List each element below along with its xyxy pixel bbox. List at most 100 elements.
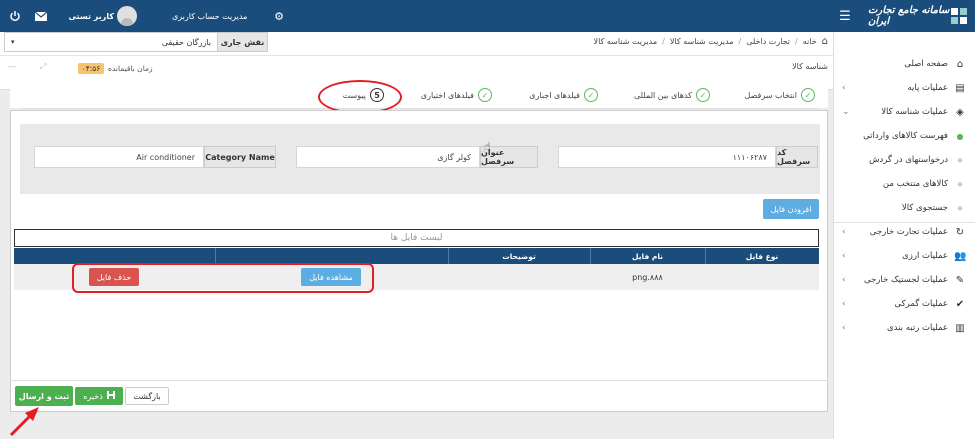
role-label: نقش جاری xyxy=(217,33,267,51)
sidebar: ⌂ صفحه اصلی ▤ عملیات پایه ‹ ◈ عملیات شنا… xyxy=(833,32,975,439)
sidebar-item-label: عملیات تجارت خارجی xyxy=(869,227,948,237)
menu-toggle-icon[interactable]: ☰ xyxy=(838,0,852,32)
account-management-link[interactable]: مدیریت حساب کاربری xyxy=(172,0,272,32)
header-panel: ⌂ خانه / تجارت داخلی / مدیریت شناسه کالا… xyxy=(0,32,833,90)
code-field[interactable]: ۱۱۱۰۶۲۸۷ xyxy=(558,146,776,168)
sidebar-item-home[interactable]: ⌂ صفحه اصلی xyxy=(834,52,975,76)
file-list-title: لیست فایل ها xyxy=(14,229,819,247)
chart-icon: ▤ xyxy=(955,82,965,94)
sidebar-subitem-search-goods[interactable]: ● جستجوی کالا xyxy=(834,196,975,220)
check-circle-icon: ✓ xyxy=(696,88,710,102)
chevron-left-icon: ‹ xyxy=(842,251,846,261)
sidebar-item-base-operations[interactable]: ▤ عملیات پایه ‹ xyxy=(834,76,975,100)
step-label: انتخاب سرفصل xyxy=(744,90,797,100)
brand-logo-icon xyxy=(945,0,973,32)
sidebar-subitem-import-list[interactable]: ● فهرست کالاهای وارداتی xyxy=(834,124,975,148)
sidebar-subitem-pending-requests[interactable]: ● درخواستهای در گردش xyxy=(834,148,975,172)
chevron-left-icon: ‹ xyxy=(842,323,846,333)
check-icon: ✔ xyxy=(955,298,965,310)
refresh-icon: ↻ xyxy=(955,226,965,238)
breadcrumb-goods-id[interactable]: مدیریت شناسه کالا xyxy=(670,37,734,46)
timer-value: ۰۴:۵۶ xyxy=(78,63,104,74)
check-circle-icon: ✓ xyxy=(584,88,598,102)
dot-icon: ● xyxy=(957,180,963,188)
breadcrumb-home[interactable]: خانه xyxy=(803,37,817,46)
users-icon: 👥 xyxy=(954,250,967,262)
column-description: توضیحات xyxy=(502,251,536,261)
step-mandatory-fields[interactable]: ✓ فیلدهای اجباری xyxy=(520,86,598,104)
cubes-icon: ◈ xyxy=(956,106,964,118)
sidebar-item-label: عملیات شناسه کالا xyxy=(881,107,948,117)
breadcrumb: ⌂ خانه / تجارت داخلی / مدیریت شناسه کالا… xyxy=(593,35,829,47)
sidebar-item-label: درخواستهای در گردش xyxy=(869,155,948,165)
step-optional-fields[interactable]: ✓ فیلدهای اختیاری xyxy=(410,86,492,104)
sidebar-item-logistics[interactable]: ✎ عملیات لجستیک خارجی ‹ xyxy=(834,268,975,292)
role-selector[interactable]: ▾ بازرگان حقیقی نقش جاری xyxy=(4,32,268,52)
title-field[interactable]: کولر گازی xyxy=(296,146,480,168)
sidebar-item-label: عملیات رتبه بندی xyxy=(887,323,948,333)
envelope-icon[interactable] xyxy=(34,0,48,32)
sidebar-item-currency[interactable]: 👥 عملیات ارزی ‹ xyxy=(834,244,975,268)
power-icon[interactable] xyxy=(8,0,22,32)
step-select-heading[interactable]: ✓ انتخاب سرفصل xyxy=(735,86,815,104)
timer-label: زمان باقیمانده xyxy=(108,64,153,73)
back-button[interactable]: بازگشت xyxy=(125,387,169,405)
sidebar-item-label: صفحه اصلی xyxy=(904,59,948,69)
column-file-type: نوع فایل xyxy=(745,251,779,261)
add-file-button[interactable]: افزودن فایل xyxy=(763,199,819,219)
save-button[interactable]: ذخیره xyxy=(75,387,123,405)
chevron-down-icon: ▾ xyxy=(11,38,15,46)
file-name-cell: png.۸۸۸ xyxy=(632,272,663,282)
category-label: Category Name xyxy=(204,146,276,168)
breadcrumb-domestic-trade[interactable]: تجارت داخلی xyxy=(746,37,790,46)
user-name[interactable]: کاربر تستی xyxy=(64,0,114,32)
cogs-icon: ⚙ xyxy=(274,9,284,23)
active-dot-icon: ● xyxy=(956,131,964,141)
role-value: بازرگان حقیقی xyxy=(161,37,211,47)
home-icon: ⌂ xyxy=(956,58,964,70)
chevron-left-icon: ‹ xyxy=(842,299,846,309)
account-management-label: مدیریت حساب کاربری xyxy=(172,11,248,21)
chevron-left-icon: ‹ xyxy=(842,83,846,93)
check-circle-icon: ✓ xyxy=(478,88,492,102)
column-file-name: نام فایل xyxy=(632,251,663,261)
avatar[interactable] xyxy=(116,0,138,32)
sidebar-item-label: کالاهای منتخب من xyxy=(882,179,948,189)
expand-icon[interactable]: ⤢ xyxy=(40,62,52,74)
minus-icon[interactable]: — xyxy=(8,62,20,74)
breadcrumb-current: مدیریت شناسه کالا xyxy=(593,36,658,46)
sidebar-subitem-my-selected-goods[interactable]: ● کالاهای منتخب من xyxy=(834,172,975,196)
page-title: شناسه کالا xyxy=(792,61,828,71)
chevron-left-icon: ‹ xyxy=(842,275,846,285)
app: سامانه جامع تجارت ایران ☰ مدیریت حساب کا… xyxy=(0,0,975,439)
category-field[interactable]: Air conditioner xyxy=(34,146,204,168)
step-label: کدهای بین المللی xyxy=(634,90,692,100)
sidebar-item-label: عملیات ارزی xyxy=(902,251,948,261)
sidebar-item-foreign-trade[interactable]: ↻ عملیات تجارت خارجی ‹ xyxy=(834,220,975,244)
submit-button[interactable]: ثبت و ارسال xyxy=(15,386,73,406)
sidebar-item-label: فهرست کالاهای وارداتی xyxy=(863,131,948,141)
dot-icon: ● xyxy=(957,156,963,164)
check-circle-icon: ✓ xyxy=(801,88,815,102)
annotation-ellipse xyxy=(318,80,402,114)
step-label: فیلدهای اختیاری xyxy=(420,90,474,100)
cursor-pointer-icon: ☝ xyxy=(484,140,491,153)
dot-icon: ● xyxy=(957,204,963,212)
step-international-codes[interactable]: ✓ کدهای بین المللی xyxy=(620,86,710,104)
annotation-arrow xyxy=(5,405,45,439)
sidebar-item-label: عملیات گمرکی xyxy=(894,299,948,309)
home-icon[interactable]: ⌂ xyxy=(822,36,828,47)
role-select[interactable]: ▾ بازرگان حقیقی xyxy=(5,33,217,51)
annotation-rectangle xyxy=(72,263,374,293)
sidebar-item-rating[interactable]: ▥ عملیات رتبه بندی ‹ xyxy=(834,316,975,340)
bar-chart-icon: ▥ xyxy=(955,322,965,334)
sidebar-item-customs[interactable]: ✔ عملیات گمرکی ‹ xyxy=(834,292,975,316)
step-label: فیلدهای اجباری xyxy=(529,90,580,100)
save-label: ذخیره xyxy=(83,391,103,401)
sidebar-item-label: جستجوی کالا xyxy=(901,203,948,213)
sidebar-item-label: عملیات لجستیک خارجی xyxy=(863,275,948,285)
sidebar-item-label: عملیات پایه xyxy=(907,83,948,93)
chevron-down-icon: ⌄ xyxy=(842,107,850,117)
sidebar-item-goods-id-operations[interactable]: ◈ عملیات شناسه کالا ⌄ xyxy=(834,100,975,124)
top-navbar: سامانه جامع تجارت ایران ☰ مدیریت حساب کا… xyxy=(0,0,975,32)
